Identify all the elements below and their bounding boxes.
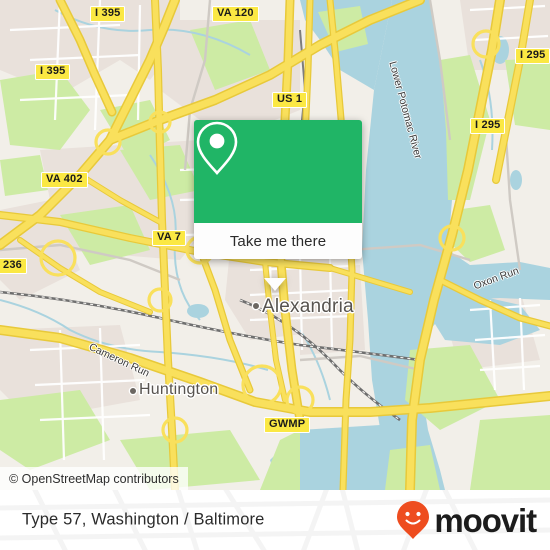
highway-shield-va120[interactable]: VA 120 xyxy=(212,6,259,22)
take-me-there-button[interactable]: Take me there xyxy=(194,223,362,259)
highway-shield-us1[interactable]: US 1 xyxy=(272,92,308,108)
moovit-brand[interactable]: moovit xyxy=(396,500,537,540)
highway-shield-236[interactable]: 236 xyxy=(0,258,27,274)
moovit-wordmark: moovit xyxy=(434,501,537,539)
highway-shield-i295-north[interactable]: I 295 xyxy=(515,48,550,64)
moovit-pin-logo-icon xyxy=(397,501,430,539)
place-dot-alexandria xyxy=(253,303,259,309)
footer-bar: Type 57, Washington / Baltimore moovit xyxy=(0,490,550,550)
destination-popup-card[interactable]: Take me there xyxy=(194,120,362,291)
highway-shield-i395-north[interactable]: I 395 xyxy=(90,6,126,22)
map-pin-icon xyxy=(196,121,238,175)
location-title: Type 57, Washington / Baltimore xyxy=(22,510,265,529)
highway-shield-va402[interactable]: VA 402 xyxy=(41,172,88,188)
highway-shield-va7[interactable]: VA 7 xyxy=(152,230,187,246)
osm-attribution-text: © OpenStreetMap contributors xyxy=(9,471,179,486)
highway-shield-i295-south[interactable]: I 295 xyxy=(470,118,506,134)
place-dot-huntington xyxy=(130,388,136,394)
place-label-alexandria[interactable]: Alexandria xyxy=(262,296,354,318)
popup-icon-area xyxy=(194,120,362,223)
highway-shield-gwmp[interactable]: GWMP xyxy=(264,417,311,433)
osm-attribution[interactable]: © OpenStreetMap contributors xyxy=(0,467,188,490)
place-label-huntington[interactable]: Huntington xyxy=(139,381,218,399)
highway-shield-i395-west[interactable]: I 395 xyxy=(35,64,71,80)
map-canvas[interactable]: Lower Potomac River Oxon Run Cameron Run… xyxy=(0,0,550,490)
popup-pointer xyxy=(264,278,286,291)
moovit-map-screen: Lower Potomac River Oxon Run Cameron Run… xyxy=(0,0,550,550)
take-me-there-label: Take me there xyxy=(229,232,327,250)
